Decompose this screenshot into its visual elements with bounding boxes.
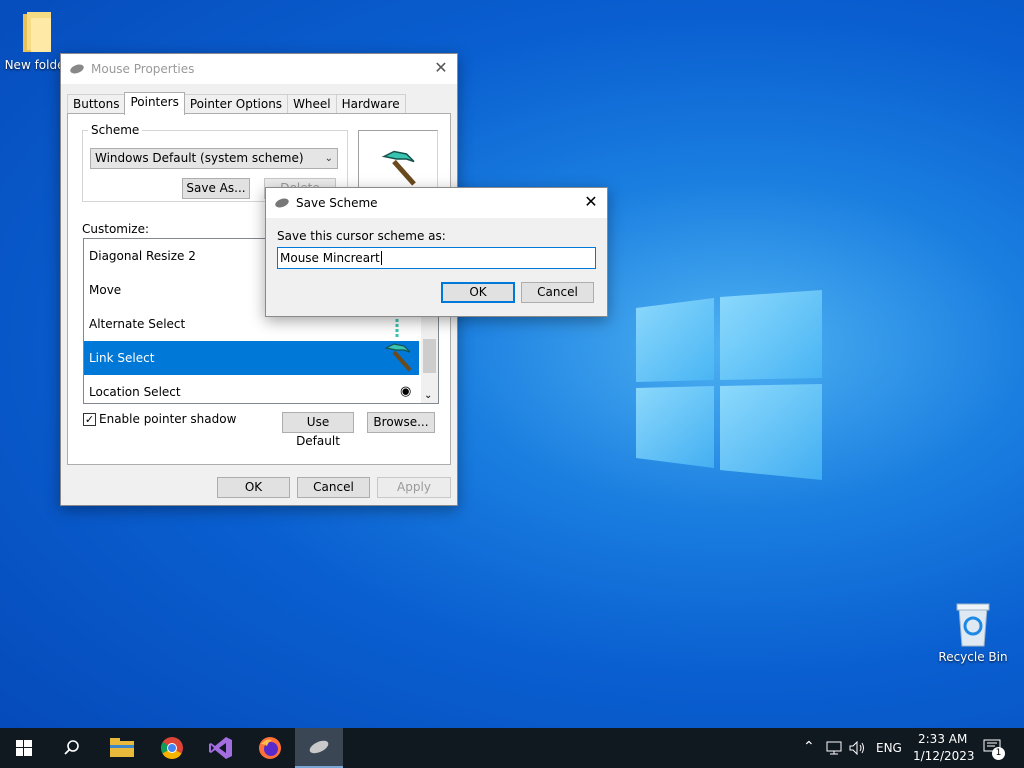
- start-icon: [16, 740, 32, 756]
- dialog-title: Save Scheme: [296, 196, 378, 210]
- customize-label: Customize:: [82, 222, 150, 236]
- save-ok-button[interactable]: OK: [441, 282, 515, 303]
- language-indicator[interactable]: ENG: [876, 741, 902, 755]
- clock-time[interactable]: 2:33 AM: [918, 732, 967, 746]
- visual-studio-button[interactable]: [197, 728, 245, 768]
- notification-count-badge: 1: [992, 747, 1005, 760]
- close-icon[interactable]: ✕: [583, 194, 599, 210]
- file-explorer-button[interactable]: [98, 728, 146, 768]
- windows-logo: [636, 290, 822, 480]
- recycle-bin-icon: [956, 603, 990, 647]
- list-item[interactable]: Location Select ◉: [84, 375, 419, 403]
- location-select-cursor-icon: ◉: [400, 384, 412, 399]
- mouse-icon: [70, 64, 84, 74]
- use-default-button[interactable]: Use Default: [282, 412, 354, 448]
- desktop-icon-label: Recycle Bin: [938, 650, 1008, 664]
- mouse-properties-taskbar-button[interactable]: [295, 728, 343, 768]
- cancel-button[interactable]: Cancel: [297, 477, 370, 498]
- firefox-icon: [259, 737, 281, 759]
- search-icon: [64, 740, 79, 755]
- apply-button[interactable]: Apply: [377, 477, 451, 498]
- list-item-selected[interactable]: Link Select: [84, 341, 419, 375]
- notification-button[interactable]: 1: [983, 739, 1005, 760]
- chrome-button[interactable]: [148, 728, 196, 768]
- visual-studio-icon: [209, 737, 232, 759]
- list-item-label: Move: [89, 283, 122, 297]
- list-item-label: Location Select: [89, 385, 181, 399]
- clock-date[interactable]: 1/12/2023: [913, 749, 975, 763]
- pickaxe-preview-icon: [381, 150, 416, 186]
- tab-strip: Buttons Pointers Pointer Options Wheel H…: [67, 92, 406, 115]
- firefox-button[interactable]: [246, 728, 294, 768]
- close-icon[interactable]: ✕: [433, 60, 449, 76]
- tab-pointer-options[interactable]: Pointer Options: [183, 94, 289, 114]
- text-caret: [380, 251, 382, 265]
- save-cancel-button[interactable]: Cancel: [521, 282, 594, 303]
- title-bar: Mouse Properties ✕: [61, 54, 457, 84]
- desktop-icon-recycle-bin[interactable]: Recycle Bin: [938, 600, 1008, 664]
- start-button[interactable]: [0, 728, 48, 768]
- save-prompt-label: Save this cursor scheme as:: [277, 229, 446, 243]
- pickaxe-cursor-icon: [384, 343, 412, 372]
- ok-button[interactable]: OK: [217, 477, 290, 498]
- save-as-button[interactable]: Save As...: [182, 178, 250, 199]
- checkbox-box[interactable]: ✓: [83, 412, 96, 426]
- taskbar: ⌃ ENG 2:33 AM 1/12/2023 1: [0, 728, 1024, 768]
- mouse-icon: [309, 740, 329, 754]
- file-explorer-icon: [110, 738, 134, 757]
- list-item-label: Diagonal Resize 2: [89, 249, 196, 263]
- list-item-label: Link Select: [89, 351, 155, 365]
- search-button[interactable]: [48, 728, 96, 768]
- scheme-label: Scheme: [88, 123, 143, 137]
- tab-wheel[interactable]: Wheel: [287, 94, 337, 114]
- scheme-name-input[interactable]: Mouse Mincreart: [277, 247, 596, 269]
- tab-pointers[interactable]: Pointers: [124, 92, 185, 115]
- folder-icon: [23, 12, 51, 52]
- network-icon[interactable]: [826, 741, 842, 755]
- mouse-icon: [275, 198, 289, 208]
- list-item-label: Alternate Select: [89, 317, 186, 331]
- volume-icon[interactable]: [849, 741, 867, 755]
- title-bar: Save Scheme ✕: [266, 188, 607, 218]
- tab-buttons[interactable]: Buttons: [67, 94, 126, 114]
- scheme-name-value: Mouse Mincreart: [280, 251, 380, 265]
- dialog-title: Mouse Properties: [91, 62, 195, 76]
- scheme-select[interactable]: Windows Default (system scheme) ⌄: [90, 148, 338, 169]
- enable-shadow-checkbox[interactable]: ✓ Enable pointer shadow: [83, 412, 236, 426]
- enable-shadow-label: Enable pointer shadow: [99, 412, 237, 426]
- chevron-down-icon: ⌄: [324, 153, 333, 164]
- tab-hardware[interactable]: Hardware: [335, 94, 406, 114]
- scroll-thumb[interactable]: [423, 339, 436, 373]
- save-scheme-dialog: Save Scheme ✕ Save this cursor scheme as…: [265, 187, 608, 317]
- scheme-value: Windows Default (system scheme): [95, 151, 304, 165]
- scroll-down-icon[interactable]: ⌄: [424, 390, 432, 401]
- chrome-icon: [161, 737, 183, 759]
- show-hidden-icons-icon[interactable]: ⌃: [803, 739, 815, 755]
- browse-button[interactable]: Browse...: [367, 412, 435, 433]
